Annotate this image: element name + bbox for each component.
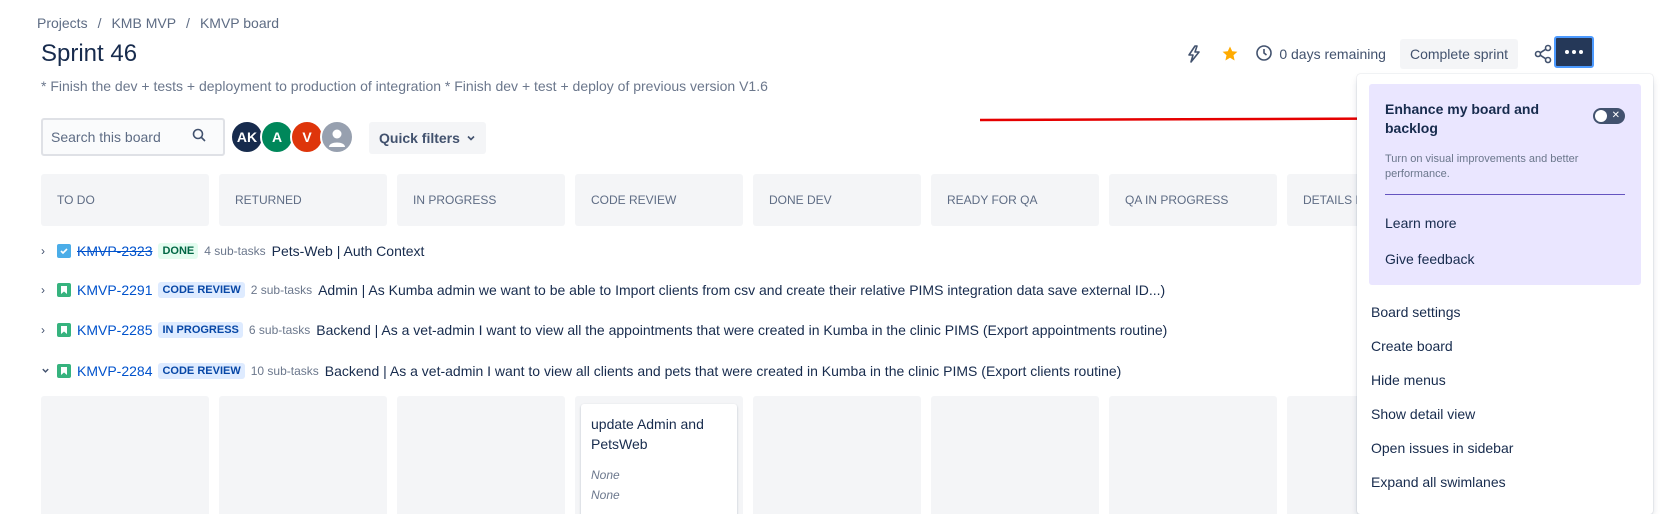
column-header: TO DO bbox=[41, 174, 209, 226]
status-badge: CODE REVIEW bbox=[158, 282, 245, 298]
page-title: Sprint 46 bbox=[41, 40, 138, 67]
board-search bbox=[41, 118, 225, 156]
board-cell bbox=[41, 396, 209, 514]
days-remaining-label: 0 days remaining bbox=[1279, 46, 1386, 62]
subtask-count: 10 sub-tasks bbox=[250, 364, 319, 378]
user-icon bbox=[329, 129, 345, 147]
board-cell bbox=[1109, 396, 1277, 514]
board-cell: update Admin and PetsWeb None None bbox=[575, 396, 743, 514]
breadcrumb-project[interactable]: KMB MVP bbox=[111, 15, 176, 31]
status-badge: CODE REVIEW bbox=[158, 363, 245, 379]
sprint-goal: * Finish the dev + tests + deployment to… bbox=[41, 78, 768, 94]
card-title: update Admin and PetsWeb bbox=[591, 416, 704, 452]
board-cell bbox=[397, 396, 565, 514]
swimlane-header[interactable]: KMVP-2284 CODE REVIEW 10 sub-tasks Backe… bbox=[41, 363, 1121, 379]
card-field: None bbox=[591, 468, 620, 482]
more-actions-button[interactable] bbox=[1554, 36, 1594, 68]
chevron-down-icon[interactable] bbox=[41, 364, 51, 378]
enhance-toggle[interactable]: ✕ bbox=[1593, 108, 1625, 124]
issue-key[interactable]: KMVP-2284 bbox=[77, 363, 152, 379]
swimlane-header[interactable]: › KMVP-2323 DONE 4 sub-tasks Pets-Web | … bbox=[41, 243, 424, 259]
story-icon bbox=[57, 283, 71, 297]
header-actions: 0 days remaining Complete sprint bbox=[1183, 38, 1554, 70]
issue-card[interactable]: update Admin and PetsWeb None None bbox=[581, 404, 737, 514]
chevron-down-icon bbox=[466, 130, 476, 146]
issue-summary: Backend | As a vet-admin I want to view … bbox=[324, 363, 1122, 379]
quick-filters-label: Quick filters bbox=[379, 130, 460, 146]
search-icon bbox=[191, 127, 207, 148]
status-badge: DONE bbox=[158, 243, 199, 259]
column-header: QA IN PROGRESS bbox=[1109, 174, 1277, 226]
board-cell bbox=[219, 396, 387, 514]
avatar[interactable]: AK bbox=[230, 120, 264, 154]
days-remaining: 0 days remaining bbox=[1255, 44, 1386, 65]
enhance-description: Turn on visual improvements and better p… bbox=[1385, 153, 1579, 180]
search-input[interactable] bbox=[51, 129, 191, 145]
avatar-group: AK A V bbox=[230, 120, 354, 154]
menu-item-create-board[interactable]: Create board bbox=[1369, 329, 1641, 363]
column-header: READY FOR QA bbox=[931, 174, 1099, 226]
menu-item-hide-menus[interactable]: Hide menus bbox=[1369, 363, 1641, 397]
quick-filters-button[interactable]: Quick filters bbox=[369, 122, 486, 154]
breadcrumb-projects[interactable]: Projects bbox=[37, 15, 88, 31]
breadcrumb: Projects / KMB MVP / KMVP board bbox=[37, 15, 279, 31]
status-badge: IN PROGRESS bbox=[158, 322, 243, 338]
chevron-right-icon[interactable]: › bbox=[41, 283, 51, 297]
enhance-title: Enhance my board and backlog bbox=[1385, 101, 1540, 136]
story-icon bbox=[57, 364, 71, 378]
issue-summary: Admin | As Kumba admin we want to be abl… bbox=[318, 282, 1166, 298]
swimlane-header[interactable]: › KMVP-2291 CODE REVIEW 2 sub-tasks Admi… bbox=[41, 282, 1165, 298]
learn-more-link[interactable]: Learn more bbox=[1385, 205, 1625, 241]
board-columns: TO DO RETURNED IN PROGRESS CODE REVIEW D… bbox=[41, 174, 1455, 226]
more-icon bbox=[1565, 50, 1569, 54]
menu-item-board-settings[interactable]: Board settings bbox=[1369, 295, 1641, 329]
breadcrumb-separator: / bbox=[97, 15, 102, 31]
enhance-panel: Enhance my board and backlog ✕ Turn on v… bbox=[1369, 84, 1641, 285]
subtask-count: 2 sub-tasks bbox=[250, 283, 313, 297]
card-field: None bbox=[591, 488, 620, 502]
column-header: DONE DEV bbox=[753, 174, 921, 226]
subtask-count: 4 sub-tasks bbox=[204, 244, 266, 258]
issue-key[interactable]: KMVP-2323 bbox=[77, 243, 152, 259]
breadcrumb-separator: / bbox=[186, 15, 190, 31]
menu-item-open-issues-sidebar[interactable]: Open issues in sidebar bbox=[1369, 431, 1641, 465]
issue-key[interactable]: KMVP-2285 bbox=[77, 322, 152, 338]
column-header: CODE REVIEW bbox=[575, 174, 743, 226]
close-icon: ✕ bbox=[1611, 110, 1620, 121]
issue-summary: Backend | As a vet-admin I want to view … bbox=[316, 322, 1168, 338]
menu-item-expand-swimlanes[interactable]: Expand all swimlanes bbox=[1369, 465, 1641, 499]
breadcrumb-board[interactable]: KMVP board bbox=[200, 15, 279, 31]
board-cell bbox=[753, 396, 921, 514]
task-checkbox-icon bbox=[57, 244, 71, 258]
board-cell bbox=[931, 396, 1099, 514]
share-icon[interactable] bbox=[1532, 43, 1554, 65]
issue-key[interactable]: KMVP-2291 bbox=[77, 282, 152, 298]
subtask-count: 6 sub-tasks bbox=[248, 323, 311, 337]
chevron-right-icon[interactable]: › bbox=[41, 244, 51, 258]
give-feedback-link[interactable]: Give feedback bbox=[1385, 241, 1625, 277]
avatar[interactable]: V bbox=[290, 120, 324, 154]
divider bbox=[1385, 194, 1625, 195]
column-header: IN PROGRESS bbox=[397, 174, 565, 226]
menu-item-show-detail-view[interactable]: Show detail view bbox=[1369, 397, 1641, 431]
swimlane-cells: update Admin and PetsWeb None None bbox=[41, 396, 1455, 514]
star-icon[interactable] bbox=[1219, 43, 1241, 65]
issue-summary: Pets-Web | Auth Context bbox=[271, 243, 425, 259]
avatar[interactable]: A bbox=[260, 120, 294, 154]
swimlane-header[interactable]: › KMVP-2285 IN PROGRESS 6 sub-tasks Back… bbox=[41, 322, 1167, 338]
avatar-unassigned[interactable] bbox=[320, 120, 354, 154]
column-header: RETURNED bbox=[219, 174, 387, 226]
board-more-menu: Enhance my board and backlog ✕ Turn on v… bbox=[1357, 74, 1653, 514]
chevron-right-icon[interactable]: › bbox=[41, 323, 51, 337]
story-icon bbox=[57, 323, 71, 337]
lightning-icon[interactable] bbox=[1183, 43, 1205, 65]
complete-sprint-button[interactable]: Complete sprint bbox=[1399, 39, 1518, 69]
clock-icon bbox=[1255, 44, 1273, 65]
